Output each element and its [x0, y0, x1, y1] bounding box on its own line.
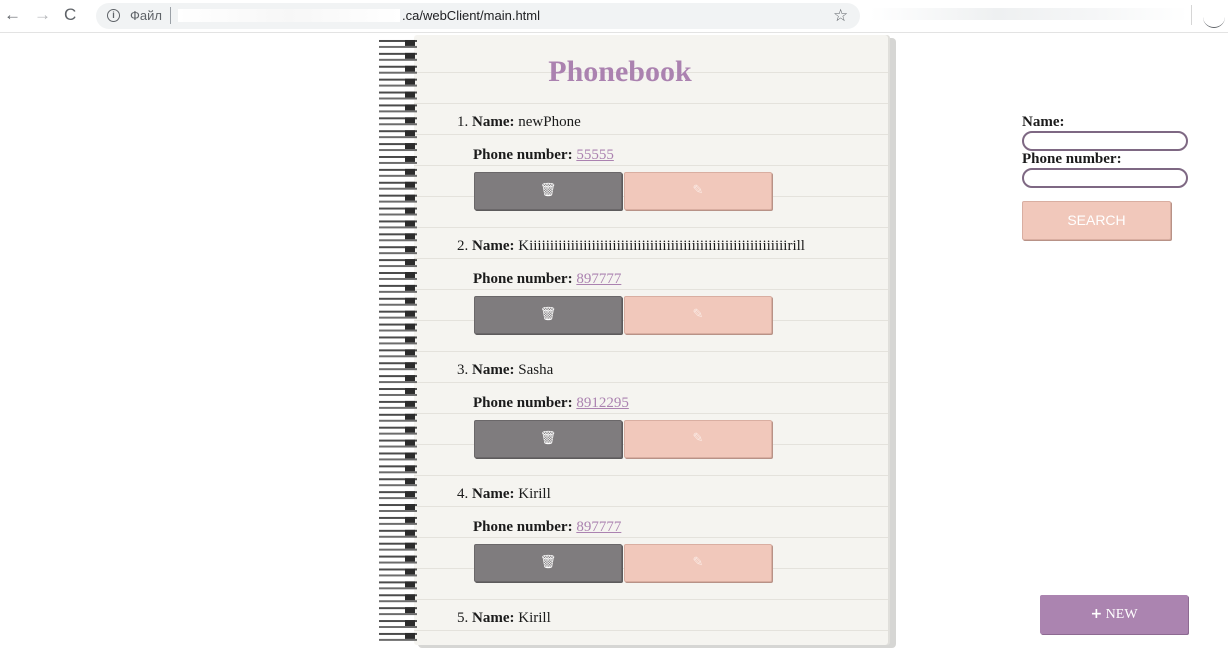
name-label: Name:: [472, 486, 515, 502]
entry-actions: 🗑 ✎: [474, 544, 774, 584]
new-contact-button[interactable]: + NEW: [1040, 595, 1188, 634]
name-label: Name:: [472, 362, 515, 378]
phone-label: Phone number:: [473, 271, 573, 287]
search-button[interactable]: SEARCH: [1022, 201, 1171, 240]
search-name-input[interactable]: [1022, 131, 1188, 151]
phone-label: Phone number:: [473, 147, 573, 163]
scheme-label: Файл: [130, 8, 162, 23]
contact-index: 2.: [457, 238, 469, 254]
back-arrow-icon[interactable]: ←: [4, 5, 21, 25]
entry-actions: 🗑 ✎: [474, 172, 774, 212]
edit-icon: ✎: [692, 431, 704, 446]
edit-button[interactable]: ✎: [624, 420, 772, 458]
contact-name-line: 2. Name: Kiiiiiiiiiiiiiiiiiiiiiiiiiiiiii…: [457, 237, 877, 255]
search-name-label: Name:: [1022, 114, 1065, 130]
trash-icon: 🗑: [539, 307, 557, 322]
contact-index: 4.: [457, 486, 469, 502]
edit-button[interactable]: ✎: [624, 172, 772, 210]
entry-actions: 🗑 ✎: [474, 420, 774, 460]
contact-name: Kiiiiiiiiiiiiiiiiiiiiiiiiiiiiiiiiiiiiiii…: [518, 238, 805, 254]
toolbar-separator: [1191, 5, 1192, 25]
plus-icon: +: [1090, 606, 1103, 622]
edit-icon: ✎: [692, 183, 704, 198]
contact-entry: 5. Name: Kirill: [457, 609, 877, 627]
delete-button[interactable]: 🗑: [474, 420, 622, 458]
contact-name: Kirill: [518, 486, 551, 502]
contact-phone-line: Phone number: 55555: [473, 147, 614, 164]
spiral-binding-holes: [405, 38, 415, 642]
name-label: Name:: [472, 610, 515, 626]
contact-entry: 4. Name: Kirill Phone number: 897777 🗑 ✎: [457, 485, 877, 582]
url-text[interactable]: .ca/webClient/main.html: [402, 8, 540, 23]
edit-button[interactable]: ✎: [624, 296, 772, 334]
edit-icon: ✎: [692, 555, 704, 570]
contact-name: newPhone: [518, 114, 581, 130]
contact-phone-line: Phone number: 897777: [473, 271, 621, 288]
page-title: Phonebook: [548, 55, 692, 88]
phone-link[interactable]: 55555: [576, 147, 614, 163]
profile-icon[interactable]: [1203, 6, 1225, 28]
contact-entry: 3. Name: Sasha Phone number: 8912295 🗑 ✎: [457, 361, 877, 458]
phone-label: Phone number:: [473, 395, 573, 411]
contact-name: Kirill: [518, 610, 551, 626]
contact-entry: 1. Name: newPhone Phone number: 55555 🗑 …: [457, 113, 877, 210]
entry-actions: 🗑 ✎: [474, 296, 774, 336]
phone-link[interactable]: 8912295: [576, 395, 629, 411]
phone-label: Phone number:: [473, 519, 573, 535]
trash-icon: 🗑: [539, 431, 557, 446]
contact-name-line: 4. Name: Kirill: [457, 485, 877, 503]
contact-index: 5.: [457, 610, 469, 626]
browser-toolbar: ← → C i Файл .ca/webClient/main.html ☆: [0, 0, 1228, 33]
contact-entry: 2. Name: Kiiiiiiiiiiiiiiiiiiiiiiiiiiiiii…: [457, 237, 877, 334]
new-button-label: NEW: [1105, 607, 1138, 622]
name-label: Name:: [472, 238, 515, 254]
trash-icon: 🗑: [539, 183, 557, 198]
contact-phone-line: Phone number: 8912295: [473, 395, 629, 412]
search-phone-input[interactable]: [1022, 168, 1188, 188]
address-separator: [170, 7, 171, 24]
address-bar[interactable]: i Файл .ca/webClient/main.html ☆: [96, 3, 860, 29]
forward-arrow-icon[interactable]: →: [34, 5, 51, 25]
delete-button[interactable]: 🗑: [474, 296, 622, 334]
contact-name: Sasha: [518, 362, 554, 378]
name-label: Name:: [472, 114, 515, 130]
contact-name-line: 3. Name: Sasha: [457, 361, 877, 379]
edit-button[interactable]: ✎: [624, 544, 772, 582]
phone-link[interactable]: 897777: [576, 519, 621, 535]
extensions-area: [870, 8, 1188, 20]
edit-icon: ✎: [692, 307, 704, 322]
delete-button[interactable]: 🗑: [474, 172, 622, 210]
contact-index: 3.: [457, 362, 469, 378]
trash-icon: 🗑: [539, 555, 557, 570]
info-icon[interactable]: i: [107, 9, 120, 22]
bookmark-star-icon[interactable]: ☆: [833, 6, 848, 26]
search-phone-label: Phone number:: [1022, 151, 1122, 167]
phone-link[interactable]: 897777: [576, 271, 621, 287]
redacted-path: [178, 9, 400, 22]
delete-button[interactable]: 🗑: [474, 544, 622, 582]
reload-icon[interactable]: C: [64, 5, 76, 25]
search-panel: Name: Phone number: SEARCH: [1022, 114, 1192, 240]
contact-name-line: 5. Name: Kirill: [457, 609, 877, 627]
contact-phone-line: Phone number: 897777: [473, 519, 621, 536]
contact-name-line: 1. Name: newPhone: [457, 113, 877, 131]
contact-index: 1.: [457, 114, 469, 130]
